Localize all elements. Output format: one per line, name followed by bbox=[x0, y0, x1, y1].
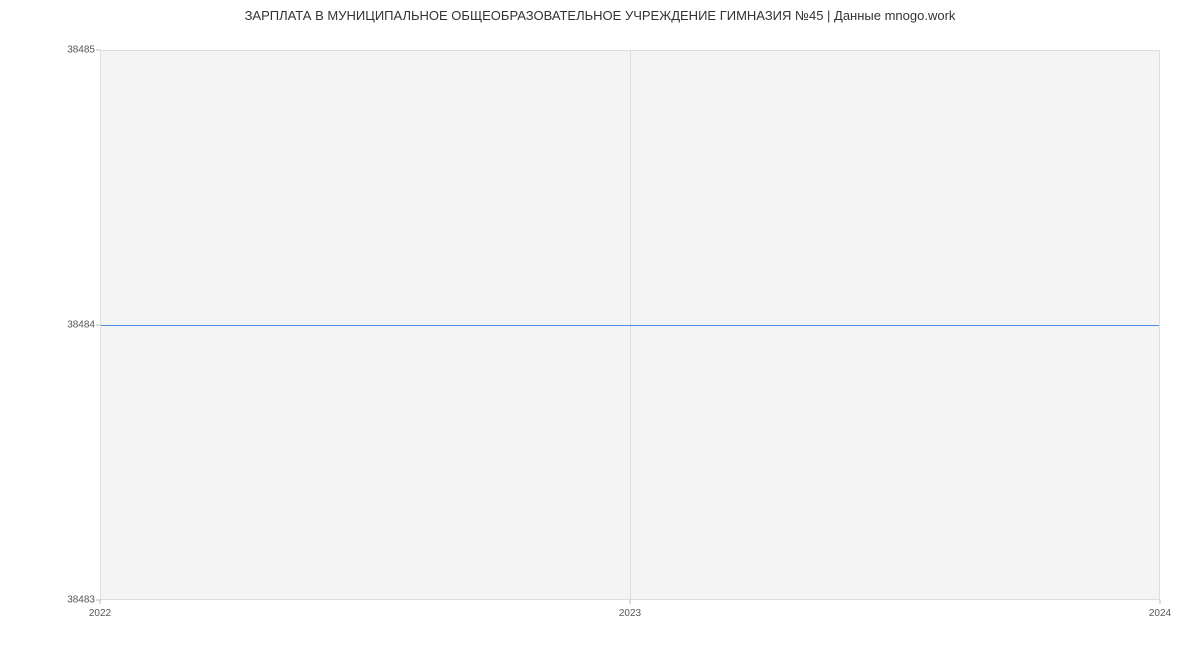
y-tick-label: 38485 bbox=[5, 45, 95, 56]
x-tick-label: 2024 bbox=[1149, 608, 1171, 619]
x-tick-label: 2022 bbox=[89, 608, 111, 619]
x-tick bbox=[630, 600, 631, 604]
chart-title: ЗАРПЛАТА В МУНИЦИПАЛЬНОЕ ОБЩЕОБРАЗОВАТЕЛ… bbox=[0, 8, 1200, 23]
x-tick bbox=[1160, 600, 1161, 604]
x-tick-label: 2023 bbox=[619, 608, 641, 619]
chart-container: ЗАРПЛАТА В МУНИЦИПАЛЬНОЕ ОБЩЕОБРАЗОВАТЕЛ… bbox=[0, 0, 1200, 650]
data-line bbox=[101, 325, 1159, 326]
y-tick-label: 38483 bbox=[5, 595, 95, 606]
y-tick-label: 38484 bbox=[5, 320, 95, 331]
plot-area bbox=[100, 50, 1160, 600]
x-tick bbox=[100, 600, 101, 604]
